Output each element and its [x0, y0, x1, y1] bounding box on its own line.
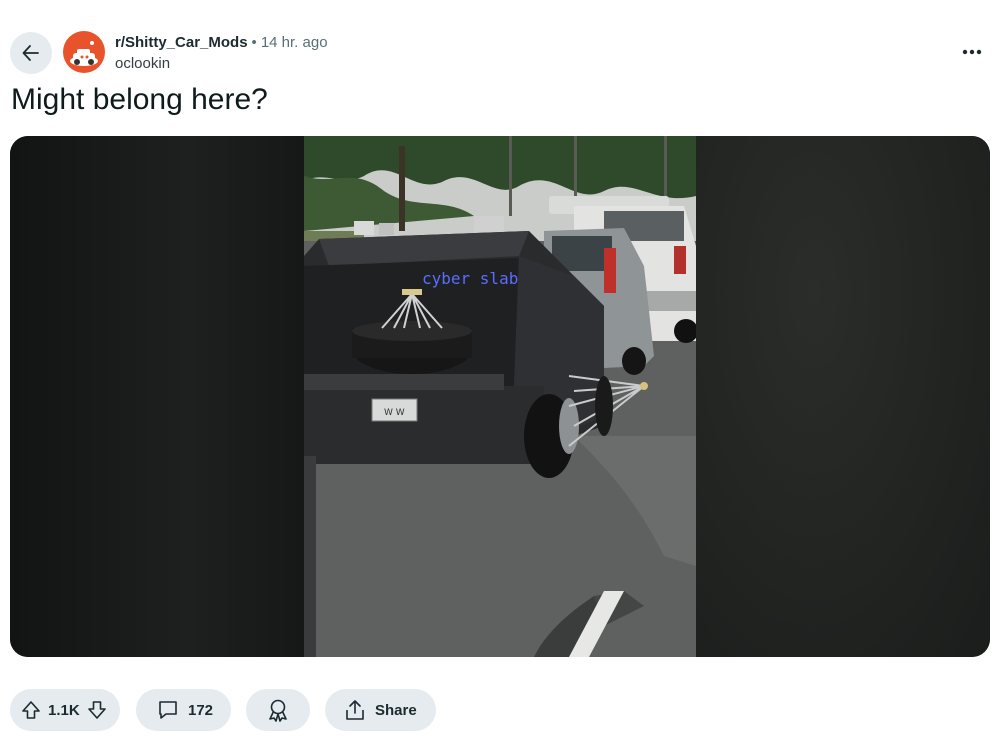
back-button[interactable]: [10, 32, 52, 74]
subreddit-avatar-logo: [70, 41, 98, 66]
comment-icon: [159, 701, 177, 719]
comments-button[interactable]: 172: [136, 689, 231, 731]
post-meta: r/Shitty_Car_Mods • 14 hr. ago oclookin: [115, 34, 328, 73]
comment-count: 172: [188, 701, 214, 719]
share-button[interactable]: Share: [325, 689, 436, 731]
author-link[interactable]: oclookin: [115, 55, 328, 73]
media-blur-left: [10, 136, 305, 657]
share-label: Share: [375, 701, 417, 719]
downvote-icon: [87, 701, 106, 719]
subreddit-link[interactable]: r/Shitty_Car_Mods: [115, 34, 248, 51]
license-plate: W W: [384, 408, 405, 418]
more-options-icon: [962, 49, 982, 55]
tailgate-sign: cyber slab: [422, 269, 518, 288]
post-header: r/Shitty_Car_Mods • 14 hr. ago oclookin: [10, 30, 990, 76]
more-options-button[interactable]: [954, 36, 990, 68]
back-arrow-icon: [22, 45, 39, 61]
award-button[interactable]: [246, 689, 310, 731]
media-blur-right: [696, 136, 990, 657]
post-media[interactable]: cyber slab W W: [10, 136, 990, 657]
meta-separator: •: [251, 34, 257, 51]
post-title[interactable]: Might belong here?: [11, 82, 268, 118]
post-time: 14 hr. ago: [260, 34, 328, 51]
upvote-icon: [22, 701, 40, 719]
post-image[interactable]: cyber slab W W: [304, 136, 696, 657]
downvote-button[interactable]: [86, 699, 108, 721]
vote-bar: 1.1K: [10, 689, 120, 731]
upvote-button[interactable]: [20, 699, 42, 721]
vote-count: 1.1K: [48, 701, 80, 719]
award-icon: [269, 699, 287, 722]
share-icon: [346, 700, 364, 720]
subreddit-avatar[interactable]: [63, 31, 105, 73]
